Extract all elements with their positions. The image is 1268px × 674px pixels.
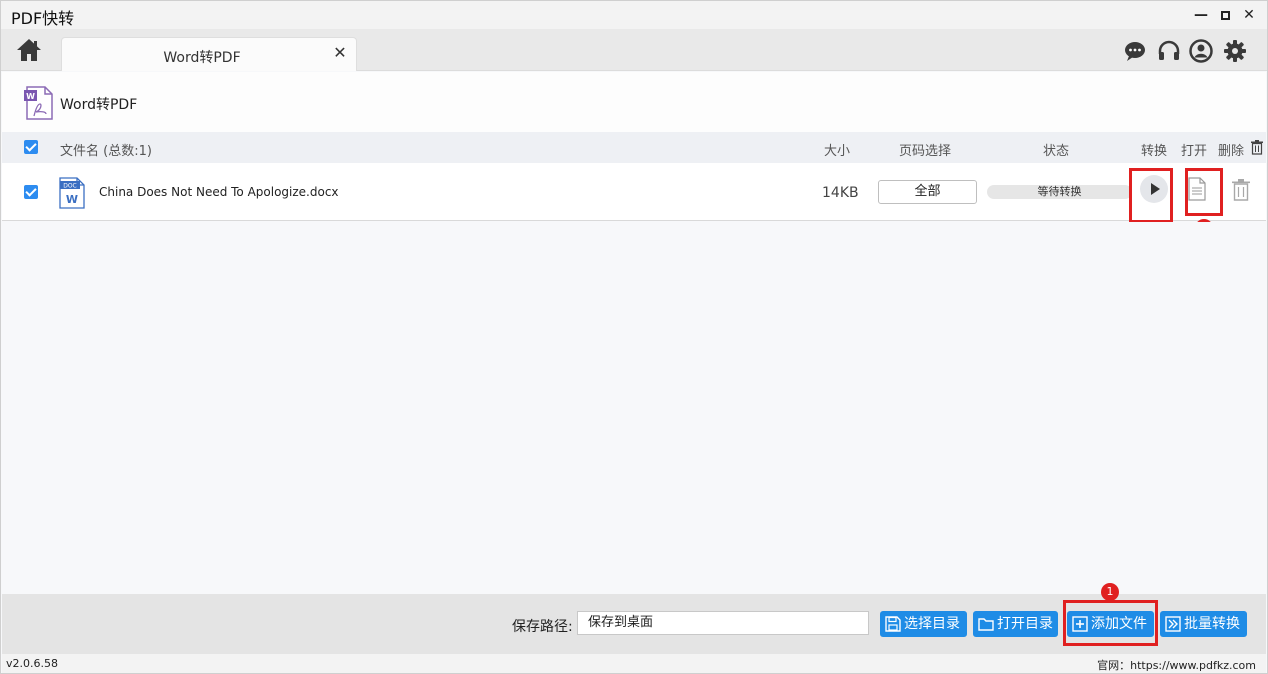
annotation-box-open bbox=[1185, 168, 1223, 216]
tab-word-to-pdf[interactable]: Word转PDF ✕ bbox=[61, 37, 357, 71]
app-title: PDF快转 bbox=[11, 9, 75, 28]
website-link[interactable]: 官网：https://www.pdfkz.com bbox=[1097, 657, 1256, 673]
word-to-pdf-icon: W bbox=[24, 86, 53, 120]
header-filename: 文件名 (总数:1) bbox=[60, 144, 152, 159]
svg-text:W: W bbox=[26, 92, 35, 101]
choose-dir-label: 选择目录 bbox=[904, 616, 960, 632]
header-open: 打开 bbox=[1181, 144, 1208, 159]
docx-file-icon: DOC W bbox=[59, 177, 85, 209]
batch-convert-button[interactable]: 批量转换 bbox=[1160, 611, 1247, 637]
svg-text:DOC: DOC bbox=[63, 183, 77, 190]
save-path-input[interactable]: 保存到桌面 bbox=[577, 611, 869, 635]
gear-icon[interactable] bbox=[1223, 39, 1247, 63]
version-text: v2.0.6.58 bbox=[6, 657, 58, 670]
file-size: 14KB bbox=[822, 185, 859, 201]
minimize-button[interactable]: — bbox=[1191, 5, 1211, 25]
annotation-badge-1: 1 bbox=[1101, 583, 1119, 601]
annotation-box-add-file bbox=[1063, 600, 1158, 646]
app-window: PDF快转 — ✕ Word转PDF ✕ W Word转PDF 文件名 (总数:… bbox=[0, 0, 1268, 674]
open-dir-button[interactable]: 打开目录 bbox=[973, 611, 1058, 637]
tab-label: Word转PDF bbox=[163, 50, 241, 66]
delete-all-icon[interactable] bbox=[1251, 140, 1263, 155]
header-convert: 转换 bbox=[1141, 144, 1168, 159]
table-row: DOC W China Does Not Need To Apologize.d… bbox=[2, 163, 1266, 221]
status-bar: v2.0.6.58 官网：https://www.pdfkz.com bbox=[2, 654, 1266, 673]
open-dir-label: 打开目录 bbox=[997, 616, 1053, 632]
chat-icon[interactable] bbox=[1123, 39, 1147, 63]
batch-convert-icon bbox=[1165, 616, 1181, 632]
annotation-box-convert bbox=[1129, 168, 1173, 223]
batch-convert-label: 批量转换 bbox=[1184, 616, 1240, 632]
page-header: W Word转PDF bbox=[2, 72, 1266, 132]
headset-icon[interactable] bbox=[1157, 39, 1181, 63]
page-select-button[interactable]: 全部 bbox=[878, 180, 977, 204]
status-progress-bar: 等待转换 bbox=[987, 185, 1132, 199]
header-size: 大小 bbox=[824, 144, 851, 159]
top-icons bbox=[1123, 39, 1253, 63]
header-delete: 删除 bbox=[1218, 144, 1245, 159]
header-page-select: 页码选择 bbox=[899, 144, 952, 159]
choose-dir-button[interactable]: 选择目录 bbox=[880, 611, 967, 637]
page-title: Word转PDF bbox=[60, 97, 138, 113]
maximize-button[interactable] bbox=[1215, 5, 1235, 25]
header-status: 状态 bbox=[1043, 144, 1070, 159]
home-icon[interactable] bbox=[15, 37, 43, 63]
file-name: China Does Not Need To Apologize.docx bbox=[99, 185, 339, 199]
folder-icon bbox=[978, 618, 994, 631]
row-checkbox[interactable] bbox=[24, 185, 38, 199]
select-all-checkbox[interactable] bbox=[24, 140, 38, 154]
svg-text:W: W bbox=[66, 193, 78, 206]
save-path-label: 保存路径: bbox=[512, 619, 573, 635]
title-bar: PDF快转 — ✕ bbox=[1, 1, 1267, 29]
close-window-button[interactable]: ✕ bbox=[1239, 5, 1259, 25]
tab-bar: Word转PDF ✕ bbox=[1, 29, 1267, 71]
tab-close-icon[interactable]: ✕ bbox=[330, 43, 350, 63]
list-header: 文件名 (总数:1) 大小 页码选择 状态 转换 打开 删除 bbox=[2, 132, 1266, 163]
delete-row-icon[interactable] bbox=[1232, 179, 1250, 201]
save-icon bbox=[885, 616, 901, 632]
user-icon[interactable] bbox=[1189, 39, 1213, 63]
file-list-empty-area bbox=[2, 222, 1266, 594]
